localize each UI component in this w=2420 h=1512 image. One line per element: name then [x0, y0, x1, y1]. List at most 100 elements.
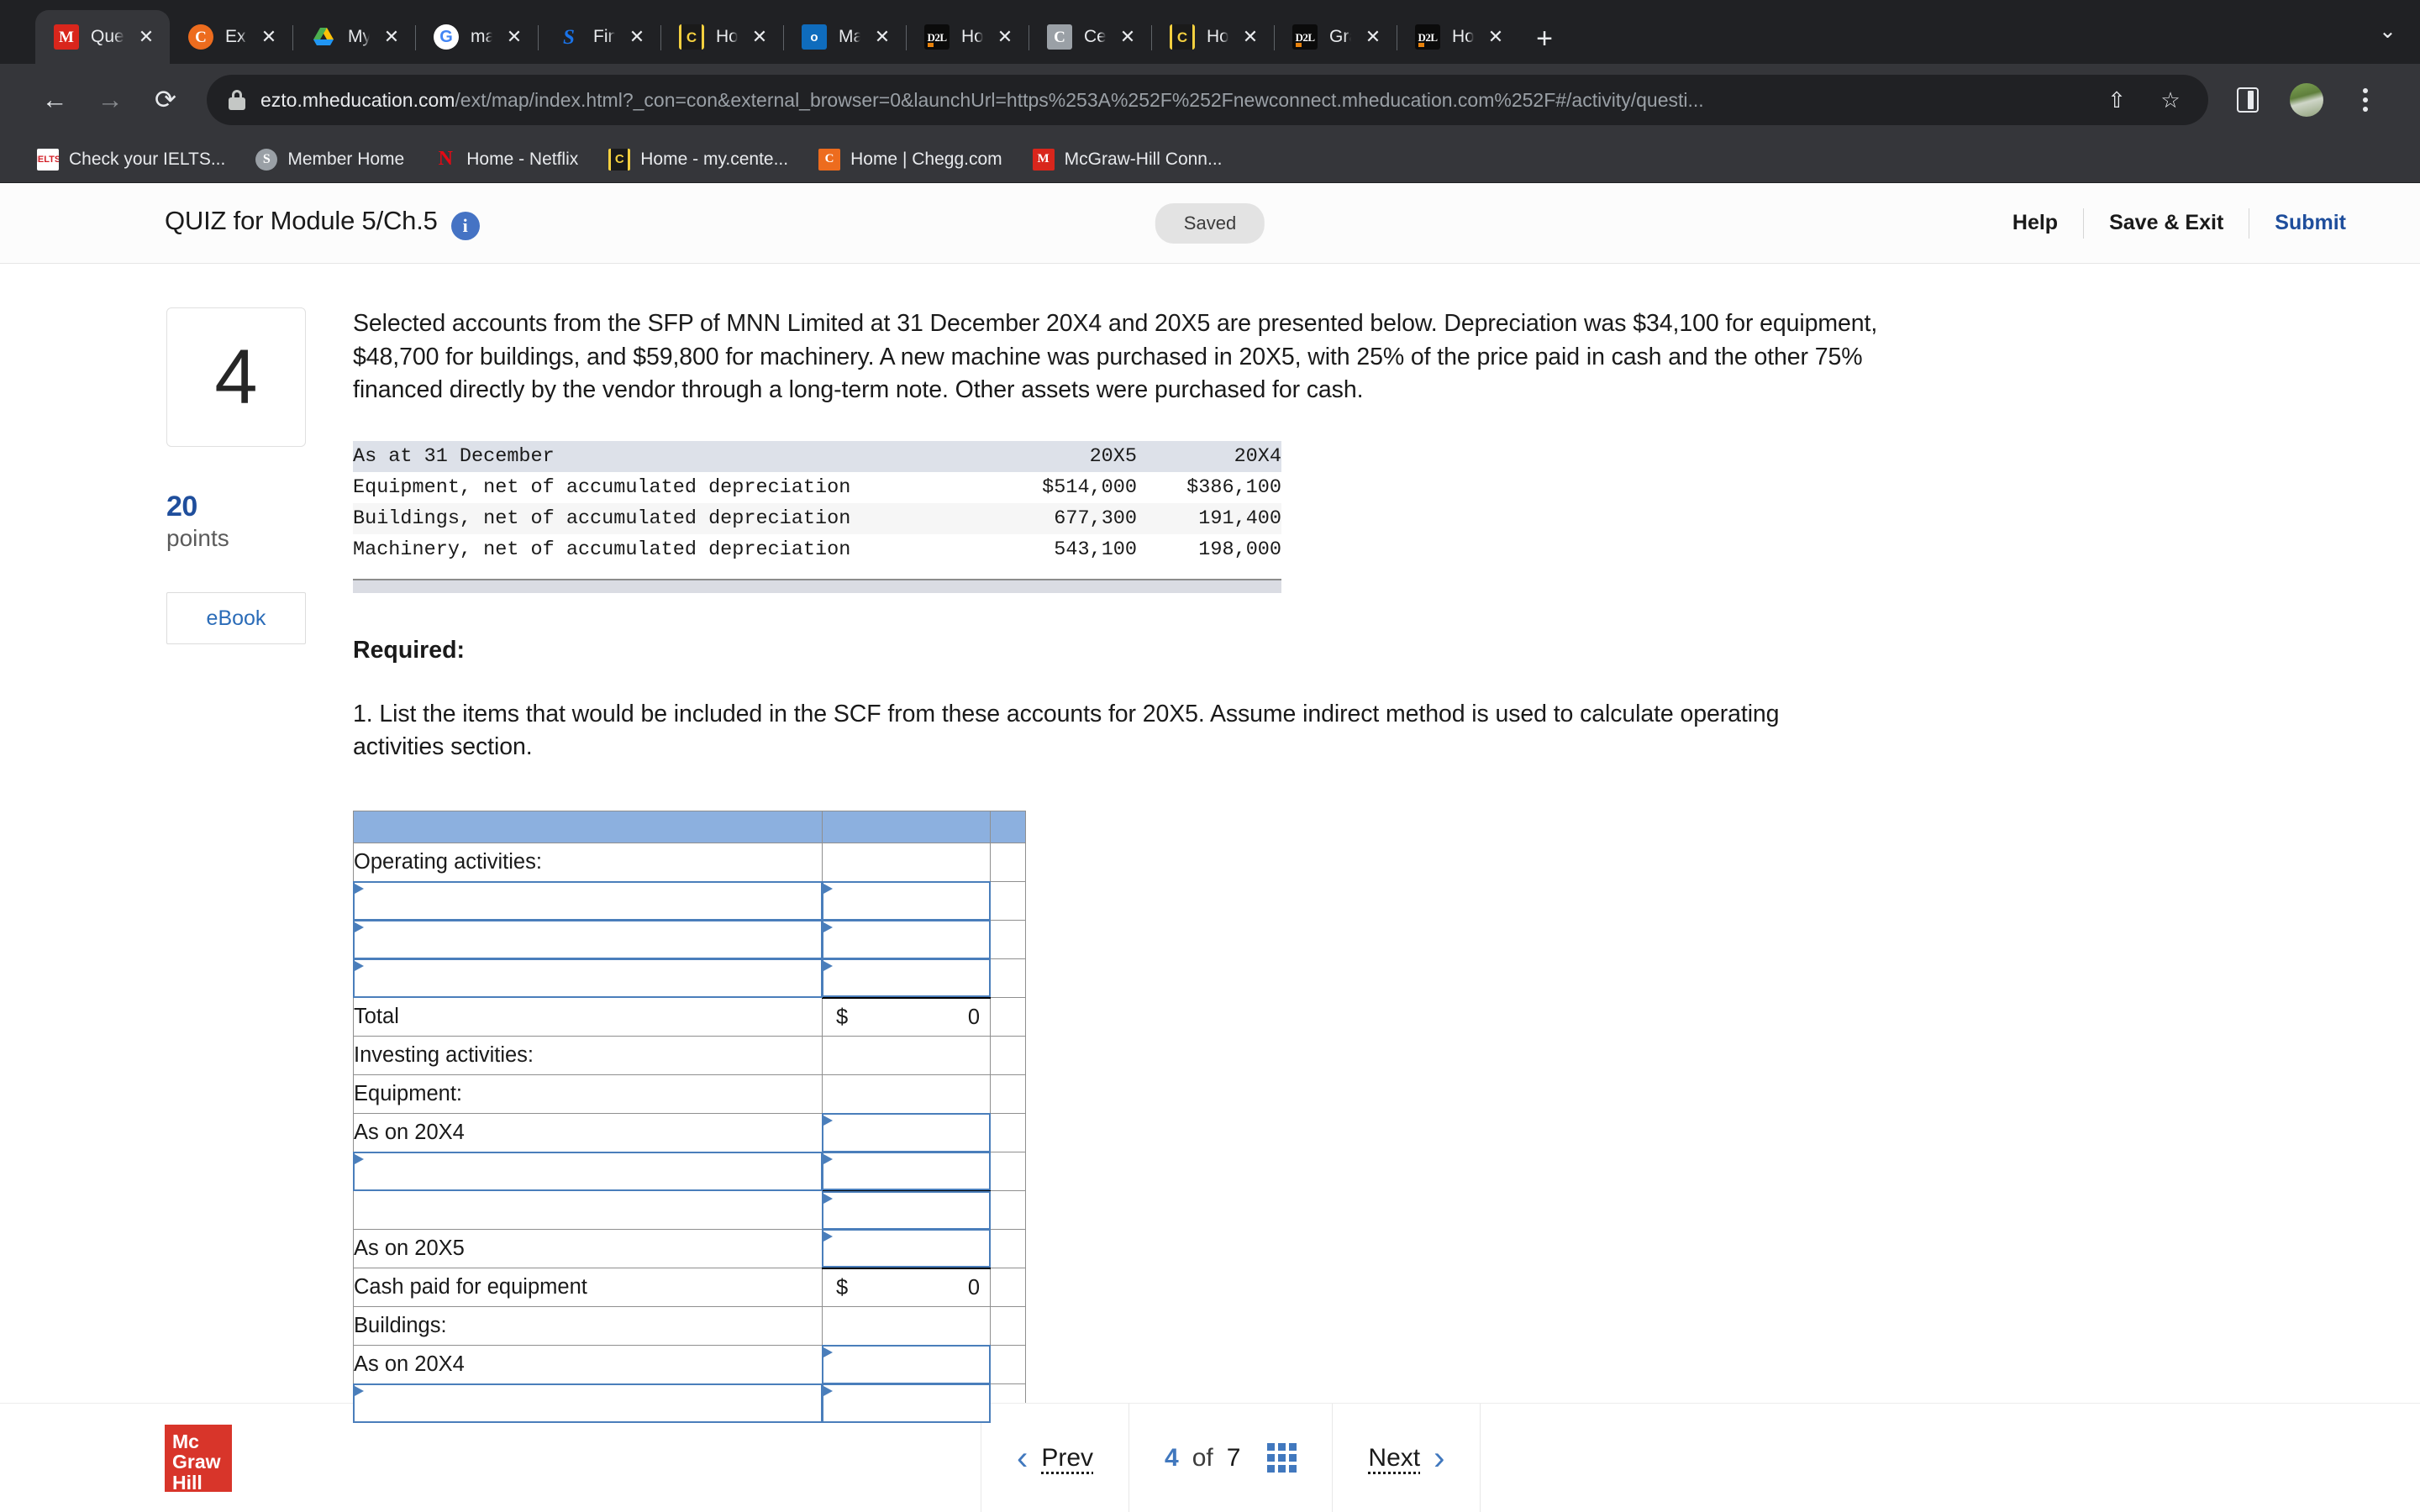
bookmark-label: Check your IELTS... — [69, 149, 226, 169]
table-row: Equipment: — [353, 1074, 1026, 1115]
side-panel-icon[interactable] — [2220, 72, 2275, 128]
bookmark-item[interactable]: C Home | Chegg.com — [803, 140, 1018, 179]
bookmark-item[interactable]: S Member Home — [240, 140, 419, 179]
browser-tab-1[interactable]: C Expert Q ✕ — [170, 10, 293, 64]
close-icon[interactable]: ✕ — [504, 28, 524, 46]
close-icon[interactable]: ✕ — [259, 28, 279, 46]
browser-tab-3[interactable]: G marketa ✕ — [415, 10, 539, 64]
reload-button[interactable]: ⟳ — [138, 72, 193, 128]
amount-select-7[interactable] — [822, 1229, 991, 1269]
table-row: Investing activities: — [353, 1036, 1026, 1076]
amount-select-5[interactable] — [822, 1152, 991, 1192]
row-value — [822, 1036, 991, 1076]
row-label: As on 20X5 — [353, 1229, 823, 1269]
table-row: As on 20X4 — [353, 1113, 1026, 1153]
account-select-3[interactable] — [353, 958, 823, 999]
omnibox[interactable]: ezto.mheducation.com/ext/map/index.html?… — [207, 75, 2208, 125]
browser-actions — [2208, 72, 2393, 128]
centennial-icon: C — [1170, 24, 1195, 50]
table-row — [353, 1383, 1026, 1424]
amount-select-2[interactable] — [822, 920, 991, 960]
row-label — [353, 1190, 823, 1231]
browser-tab-6[interactable]: o Mail - E ✕ — [783, 10, 907, 64]
browser-tab-5[interactable]: C Home - ✕ — [660, 10, 784, 64]
avatar[interactable] — [2279, 72, 2334, 128]
browser-tab-0[interactable]: M Question ✕ — [35, 10, 170, 64]
page-title: QUIZ for Module 5/Ch.5 i — [165, 206, 480, 240]
browser-tab-11[interactable]: D2L Homepa ✕ — [1397, 10, 1519, 64]
title-bar-cell — [822, 811, 991, 844]
close-icon[interactable]: ✕ — [1118, 28, 1138, 46]
bookmark-label: McGraw-Hill Conn... — [1064, 149, 1223, 169]
page-indicator[interactable]: 4 of 7 — [1128, 1403, 1334, 1512]
bookmark-item[interactable]: M McGraw-Hill Conn... — [1018, 140, 1238, 179]
exhibit-horizontal-scrollbar[interactable] — [353, 578, 1281, 593]
close-icon[interactable]: ✕ — [1240, 28, 1260, 46]
browser-tab-10[interactable]: D2L Grades ✕ — [1274, 10, 1397, 64]
google-icon: G — [434, 24, 459, 50]
tab-search-chevron-down-icon[interactable]: ⌄ — [2379, 18, 2396, 44]
quiz-header: QUIZ for Module 5/Ch.5 i Saved Help Save … — [0, 183, 2420, 264]
info-icon[interactable]: i — [450, 211, 480, 240]
exhibit-row-label: Buildings, net of accumulated depreciati… — [353, 507, 851, 530]
tab-title: Home - — [1207, 27, 1228, 46]
browser-tab-2[interactable]: My Drive ✕ — [292, 10, 416, 64]
table-header-row: As at 31 December 20X5 20X4 — [353, 440, 1281, 472]
close-icon[interactable]: ✕ — [1486, 28, 1506, 46]
table-row — [353, 881, 1026, 921]
new-tab-button[interactable]: + — [1519, 13, 1570, 64]
row-value — [822, 843, 991, 883]
share-icon[interactable]: ⇧ — [2097, 87, 2136, 113]
next-button[interactable]: Next › — [1332, 1403, 1481, 1512]
account-select-1[interactable] — [353, 881, 823, 921]
back-button[interactable]: ← — [27, 72, 82, 128]
row-check — [990, 881, 1026, 921]
account-select-2[interactable] — [353, 920, 823, 960]
current-page: 4 — [1165, 1443, 1179, 1472]
scribd-icon: S — [563, 25, 575, 49]
centennial-icon: C — [608, 148, 631, 171]
account-select-5[interactable] — [353, 1383, 823, 1424]
browser-tab-7[interactable]: D2L Homepa ✕ — [906, 10, 1029, 64]
cash-paid-equipment-value: $ 0 — [822, 1267, 991, 1308]
amount-select-4[interactable] — [822, 1113, 991, 1153]
close-icon[interactable]: ✕ — [995, 28, 1015, 46]
submit-button[interactable]: Submit — [2249, 211, 2371, 235]
amount-select-6[interactable] — [822, 1189, 991, 1231]
account-select-4[interactable] — [353, 1152, 823, 1192]
question-content: Selected accounts from the SFP of MNN Li… — [166, 307, 2420, 1424]
table-row — [353, 1189, 1026, 1231]
grid-view-icon[interactable] — [1267, 1443, 1297, 1473]
amount-select-9[interactable] — [822, 1383, 991, 1424]
amount-select-1[interactable] — [822, 881, 991, 921]
close-icon[interactable]: ✕ — [627, 28, 647, 46]
amount-value: 0 — [967, 1005, 980, 1029]
bookmark-item[interactable]: C Home - my.cente... — [593, 140, 803, 179]
bookmark-star-icon[interactable]: ☆ — [2151, 87, 2190, 113]
browser-tab-8[interactable]: C Centenn ✕ — [1028, 10, 1152, 64]
close-icon[interactable]: ✕ — [1363, 28, 1383, 46]
save-and-exit-button[interactable]: Save & Exit — [2084, 211, 2249, 235]
logo-line-3: Hill — [172, 1472, 203, 1494]
close-icon[interactable]: ✕ — [750, 28, 770, 46]
exhibit-header-col1: 20X5 — [1089, 444, 1137, 468]
forward-button[interactable]: → — [82, 72, 138, 128]
table-row: As on 20X4 — [353, 1345, 1026, 1385]
browser-tab-9[interactable]: C Home - ✕ — [1151, 10, 1275, 64]
browser-chrome: M Question ✕ C Expert Q ✕ My Drive ✕ G m… — [0, 0, 2420, 183]
tab-title: Centenn — [1084, 27, 1106, 46]
bookmark-item[interactable]: IELTS Check your IELTS... — [22, 140, 240, 179]
exhibit-row-v1: 677,300 — [1054, 507, 1137, 530]
prev-button[interactable]: ‹ Prev — [981, 1403, 1130, 1512]
browser-tab-4[interactable]: S Financia ✕ — [538, 10, 661, 64]
help-button[interactable]: Help — [1987, 211, 2083, 235]
amount-select-3[interactable] — [822, 958, 991, 999]
total-operating-value: $ 0 — [822, 996, 991, 1037]
close-icon[interactable]: ✕ — [136, 28, 156, 46]
amount-select-8[interactable] — [822, 1345, 991, 1385]
bookmark-item[interactable]: N Home - Netflix — [419, 140, 593, 179]
close-icon[interactable]: ✕ — [381, 28, 402, 46]
centennial-icon: C — [679, 24, 704, 50]
close-icon[interactable]: ✕ — [872, 28, 892, 46]
kebab-menu-icon[interactable] — [2338, 72, 2393, 128]
